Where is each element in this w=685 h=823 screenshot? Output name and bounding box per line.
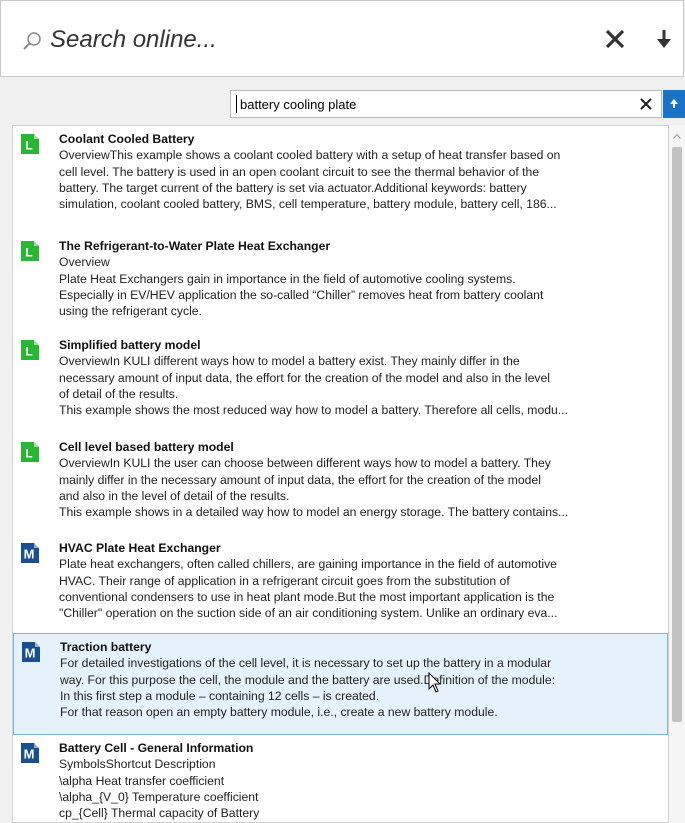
result-text: Battery Cell - General Information Symbol… <box>59 740 659 821</box>
result-description-line: SymbolsShortcut Description <box>59 757 216 772</box>
result-description-line: OverviewIn KULI different ways how to mo… <box>59 354 520 369</box>
result-title[interactable]: Coolant Cooled Battery <box>59 131 659 147</box>
result-description-line: conventional condensers to use in heat p… <box>59 589 555 604</box>
result-text: Coolant Cooled Battery OverviewThis examp… <box>59 131 659 212</box>
arrow-up-icon <box>670 99 678 108</box>
result-item[interactable]: M Battery Cell - General Information Symbo… <box>13 735 668 822</box>
download-arrow-icon[interactable] <box>653 25 675 53</box>
library-file-icon: L <box>21 134 39 154</box>
result-item[interactable]: M HVAC Plate Heat Exchanger Plate heat exc… <box>13 535 668 633</box>
result-description-line: Especially in EV/HEV application the so-… <box>59 287 544 302</box>
query-input[interactable] <box>240 94 630 114</box>
result-description-line: OverviewIn KULI the user can choose betw… <box>59 456 551 471</box>
library-file-icon: L <box>21 241 39 261</box>
model-file-icon: M <box>21 543 39 563</box>
result-title[interactable]: The Refrigerant-to-Water Plate Heat Exch… <box>59 238 659 254</box>
text-caret <box>236 95 237 113</box>
result-title[interactable]: Traction battery <box>60 639 660 655</box>
scrollbar[interactable] <box>669 125 685 823</box>
result-item[interactable]: L Simplified battery model OverviewIn KULI… <box>13 332 668 434</box>
result-icon-letter: M <box>25 646 36 661</box>
library-file-icon: L <box>21 442 39 462</box>
result-description-line: of detail of the results. <box>59 386 179 401</box>
query-field[interactable] <box>230 90 662 118</box>
result-title[interactable]: HVAC Plate Heat Exchanger <box>59 540 659 556</box>
result-description-line: using the refrigerant cycle. <box>59 304 202 319</box>
result-description-line: simulation, coolant cooled battery, BMS,… <box>59 197 557 212</box>
result-icon-letter: M <box>24 547 35 562</box>
result-description-line: HVAC. Their range of application in a re… <box>59 573 510 588</box>
scrollbar-thumb[interactable] <box>672 147 682 722</box>
result-description-line: mainly differ in the necessary amount of… <box>59 472 541 487</box>
result-description-line: This example shows the most reduced way … <box>59 403 568 418</box>
result-item[interactable]: L The Refrigerant-to-Water Plate Heat Exc… <box>13 233 668 332</box>
result-icon-letter: L <box>25 447 32 461</box>
result-description-line: OverviewThis example shows a coolant coo… <box>59 148 561 163</box>
scroll-up-arrow-icon[interactable] <box>673 133 681 139</box>
result-description-line: This example shows in a detailed way how… <box>59 505 569 520</box>
result-description-line: Plate heat exchangers, often called chil… <box>59 557 557 572</box>
close-icon[interactable] <box>601 25 629 53</box>
result-description-line: "Chiller" operation on the suction side … <box>59 606 558 621</box>
submit-search-button[interactable] <box>663 90 685 118</box>
results-list[interactable]: L Coolant Cooled Battery OverviewThis exam… <box>12 125 669 823</box>
result-title[interactable]: Battery Cell - General Information <box>59 740 659 756</box>
result-description-line: battery. The target current of the batte… <box>59 180 527 195</box>
result-description-line: cell level. The battery is used in an op… <box>59 164 540 179</box>
result-description-line: necessary amount of input data, the effo… <box>59 370 550 385</box>
search-placeholder[interactable]: Search online... <box>50 26 217 54</box>
result-description-line: \alpha Heat transfer coefficient <box>59 773 225 788</box>
online-search-bar[interactable]: Search online... <box>0 0 684 77</box>
result-icon-letter: M <box>24 747 35 762</box>
result-text: HVAC Plate Heat Exchanger Plate heat exch… <box>59 540 659 621</box>
result-description-line: Overview <box>59 255 110 270</box>
result-icon-letter: L <box>25 345 32 359</box>
mouse-cursor-icon <box>428 672 442 693</box>
close-icon[interactable] <box>639 97 653 111</box>
result-item[interactable]: L Coolant Cooled Battery OverviewThis exam… <box>13 126 668 233</box>
result-description-line: In this first step a module – containing… <box>60 688 380 703</box>
result-description-line: Plate Heat Exchangers gain in importance… <box>59 271 516 286</box>
library-file-icon: L <box>21 340 39 360</box>
result-text: The Refrigerant-to-Water Plate Heat Exch… <box>59 238 659 319</box>
result-text: Cell level based battery model OverviewIn… <box>59 439 659 520</box>
result-description-line: For that reason open an empty battery mo… <box>60 705 498 720</box>
search-icon <box>23 32 41 50</box>
result-description-line: cp_{Cell} Thermal capacity of Battery <box>59 806 260 821</box>
result-title[interactable]: Simplified battery model <box>59 337 659 353</box>
model-file-icon: M <box>21 743 39 763</box>
result-icon-letter: L <box>25 246 32 260</box>
result-text: Simplified battery model OverviewIn KULI … <box>59 337 659 418</box>
result-title[interactable]: Cell level based battery model <box>59 439 659 455</box>
result-icon-letter: L <box>25 139 32 153</box>
result-description-line: and also in the level of detail of the r… <box>59 488 290 503</box>
result-item[interactable]: M Traction battery For detailed investigat… <box>13 633 668 735</box>
result-text: Traction battery For detailed investigati… <box>60 639 660 720</box>
result-description-line: way. For this purpose the cell, the modu… <box>60 672 556 687</box>
model-file-icon: M <box>22 642 40 662</box>
result-item[interactable]: L Cell level based battery model OverviewI… <box>13 434 668 535</box>
result-description-line: \alpha_{V_0} Temperature coefficient <box>59 789 259 804</box>
result-description-line: For detailed investigations of the cell … <box>60 656 552 671</box>
